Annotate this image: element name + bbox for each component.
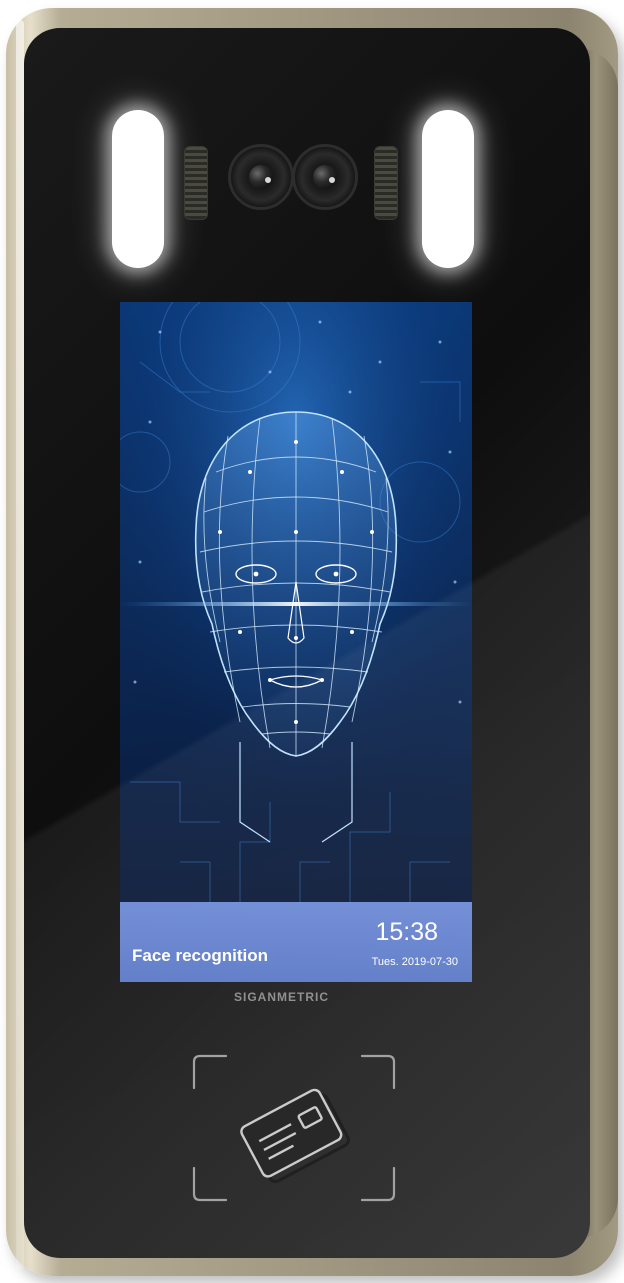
sensor-grille-right <box>374 146 398 220</box>
corner-top-left <box>192 1054 228 1090</box>
device-edge-highlight <box>16 20 24 1270</box>
camera-left-glint <box>265 177 271 183</box>
ir-light-right-icon <box>422 110 474 268</box>
camera-right-glint <box>329 177 335 183</box>
status-title: Face recognition <box>132 946 269 965</box>
corner-bottom-left <box>192 1166 228 1202</box>
card-reader-icon <box>192 1054 396 1202</box>
display-screen[interactable]: Face recognition 15:38 Tues. 2019-07-30 <box>120 302 472 982</box>
status-bar: Face recognition 15:38 Tues. 2019-07-30 <box>120 902 472 982</box>
ir-light-left-icon <box>112 110 164 268</box>
clock-date: Tues. 2019-07-30 <box>371 956 458 968</box>
device-front-panel: Face recognition 15:38 Tues. 2019-07-30 … <box>24 28 590 1258</box>
scan-line <box>120 602 472 606</box>
corner-top-right <box>360 1054 396 1090</box>
card-glyph <box>240 1088 350 1184</box>
face-scan-illustration <box>120 302 472 902</box>
camera-right-icon <box>292 144 358 210</box>
sensor-grille-left <box>184 146 208 220</box>
corner-bottom-right <box>360 1166 396 1202</box>
brand-logo: SIGANMETRIC <box>234 990 329 1004</box>
camera-left-icon <box>228 144 294 210</box>
clock-time: 15:38 <box>375 918 438 946</box>
card-reader-area[interactable] <box>180 1052 408 1204</box>
device-body: Face recognition 15:38 Tues. 2019-07-30 … <box>6 8 618 1276</box>
